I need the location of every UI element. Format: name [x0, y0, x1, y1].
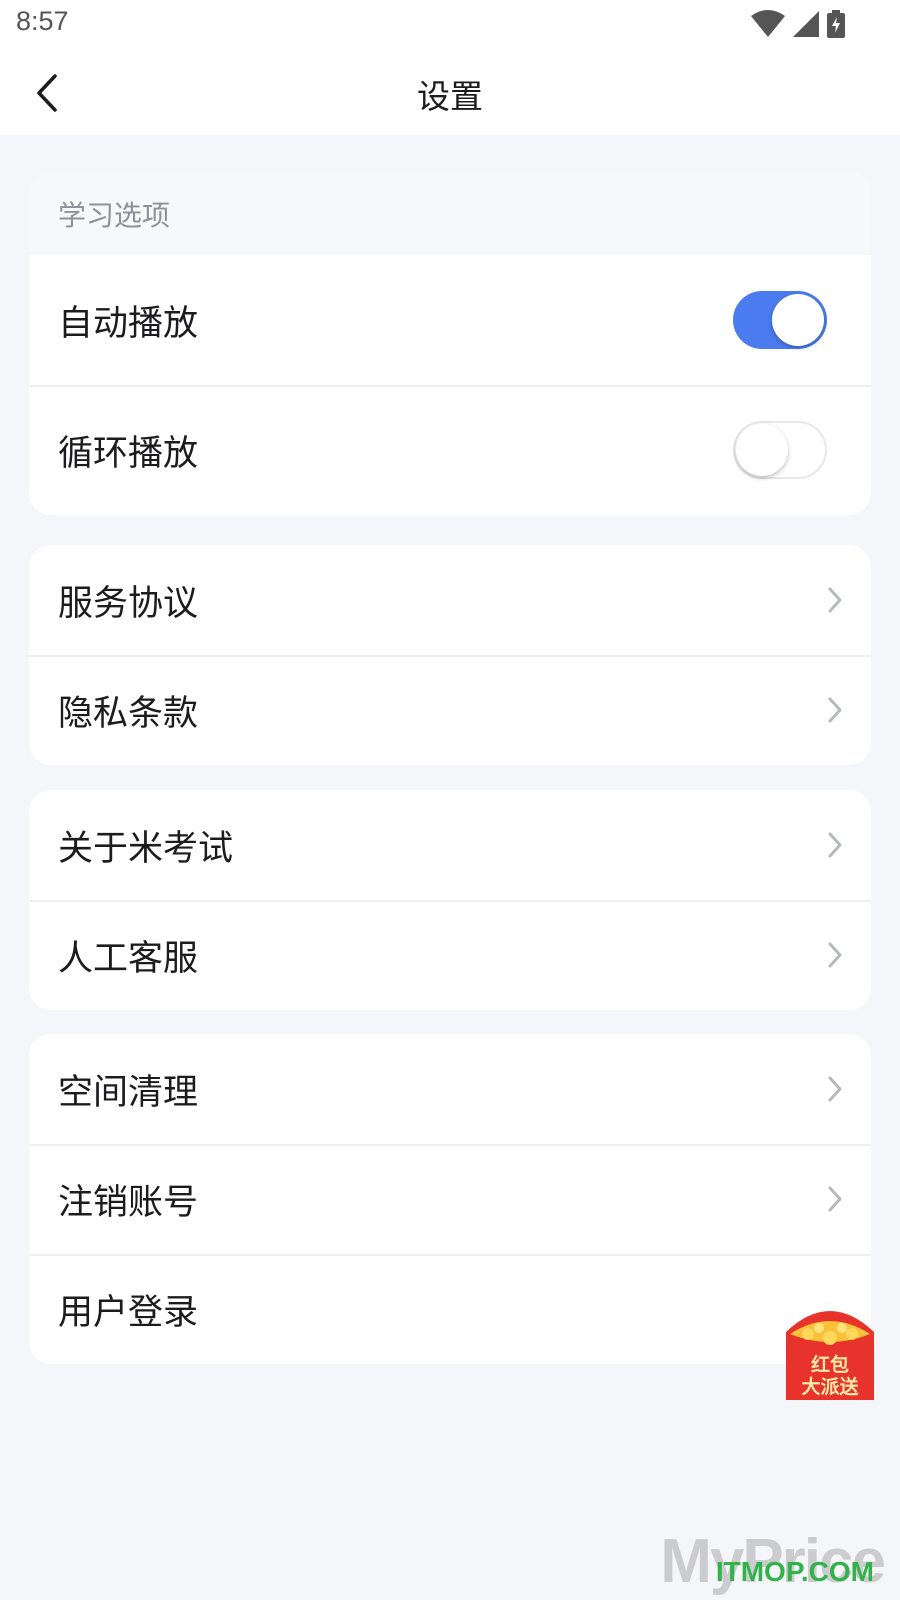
chevron-right-icon: [828, 697, 842, 723]
service-agreement-row[interactable]: 服务协议: [29, 545, 871, 655]
user-login-label: 用户登录: [58, 1292, 199, 1333]
account-card: 空间清理 注销账号 用户登录: [29, 1034, 871, 1364]
status-time: 8:57: [16, 6, 69, 36]
loop-play-toggle[interactable]: [733, 421, 827, 479]
battery-icon: [827, 10, 845, 38]
about-app-label: 关于米考试: [58, 828, 234, 869]
cancel-account-row[interactable]: 注销账号: [29, 1144, 871, 1254]
toggle-knob: [772, 294, 824, 346]
privacy-policy-label: 隐私条款: [58, 693, 199, 734]
wifi-icon: [751, 10, 785, 37]
learning-options-header: 学习选项: [29, 172, 871, 255]
chevron-right-icon: [828, 1186, 842, 1212]
chevron-right-icon: [828, 1076, 842, 1102]
service-agreement-label: 服务协议: [58, 583, 199, 624]
customer-service-label: 人工客服: [58, 938, 199, 979]
legal-card: 服务协议 隐私条款: [29, 545, 871, 765]
chevron-right-icon: [828, 587, 842, 613]
autoplay-toggle[interactable]: [733, 291, 827, 349]
clear-space-row[interactable]: 空间清理: [29, 1034, 871, 1144]
red-packet-label: 红包 大派送: [786, 1354, 874, 1398]
privacy-policy-row[interactable]: 隐私条款: [29, 655, 871, 765]
watermark-site: ITMOP.COM: [715, 1556, 874, 1587]
chevron-right-icon: [828, 832, 842, 858]
autoplay-label: 自动播放: [58, 303, 199, 344]
learning-options-card: 学习选项 自动播放 循环播放: [29, 172, 871, 515]
loop-play-label: 循环播放: [58, 433, 199, 474]
watermark: MyPrice ITMOP.COM: [660, 1531, 886, 1593]
user-login-row[interactable]: 用户登录: [29, 1254, 871, 1364]
cancel-account-label: 注销账号: [58, 1182, 199, 1223]
customer-service-row[interactable]: 人工客服: [29, 900, 871, 1010]
nav-bar: 设置: [0, 50, 900, 135]
red-packet-promo-button[interactable]: 红包 大派送: [786, 1304, 874, 1400]
red-packet-line1: 红包: [810, 1354, 849, 1376]
status-bar: 8:57: [0, 0, 900, 50]
status-icons: [751, 8, 845, 40]
red-packet-line2: 大派送: [801, 1376, 859, 1398]
clear-space-label: 空间清理: [58, 1072, 199, 1113]
chevron-right-icon: [828, 942, 842, 968]
page-title: 设置: [417, 77, 483, 116]
about-card: 关于米考试 人工客服: [29, 790, 871, 1010]
about-app-row[interactable]: 关于米考试: [29, 790, 871, 900]
autoplay-row: 自动播放: [29, 255, 871, 385]
signal-icon: [793, 11, 819, 37]
loop-play-row: 循环播放: [29, 385, 871, 515]
toggle-knob: [736, 424, 788, 476]
